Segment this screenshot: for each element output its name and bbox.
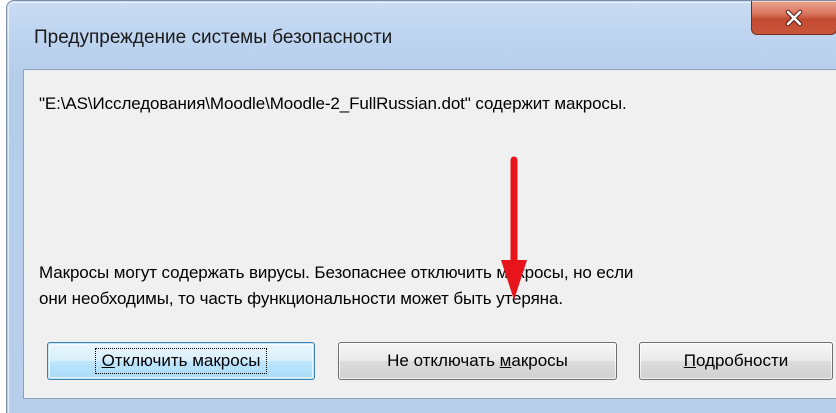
dialog-body: "E:\AS\Исследования\Moodle\Moodle-2_Full… <box>23 69 836 399</box>
disable-macros-label: Отключить макросы <box>101 351 261 370</box>
keep-macros-label: Не отключать макросы <box>387 351 568 370</box>
warning-line-2: они необходимы, то часть функциональност… <box>39 289 563 308</box>
details-button[interactable]: Подробности <box>639 342 833 380</box>
warning-line-1: Макросы могут содержать вирусы. Безопасн… <box>39 263 634 282</box>
keep-macros-button[interactable]: Не отключать макросы <box>338 342 617 380</box>
macro-warning-text: Макросы могут содержать вирусы. Безопасн… <box>39 260 836 312</box>
macro-file-notice: "E:\AS\Исследования\Moodle\Moodle-2_Full… <box>39 94 627 113</box>
mnemonic: м <box>499 351 512 370</box>
security-warning-dialog: Предупреждение системы безопасности "E:\… <box>6 0 836 413</box>
screen: Предупреждение системы безопасности "E:\… <box>0 0 836 413</box>
title-bar[interactable]: Предупреждение системы безопасности <box>7 1 836 69</box>
disable-macros-button[interactable]: Отключить макросы <box>47 342 315 380</box>
mnemonic: П <box>683 351 696 370</box>
dialog-title: Предупреждение системы безопасности <box>34 27 393 48</box>
details-label: Подробности <box>683 351 789 370</box>
close-icon <box>785 9 803 26</box>
focus-rectangle: Отключить макросы <box>94 348 268 374</box>
mnemonic: О <box>101 351 115 370</box>
close-button[interactable] <box>751 1 836 35</box>
